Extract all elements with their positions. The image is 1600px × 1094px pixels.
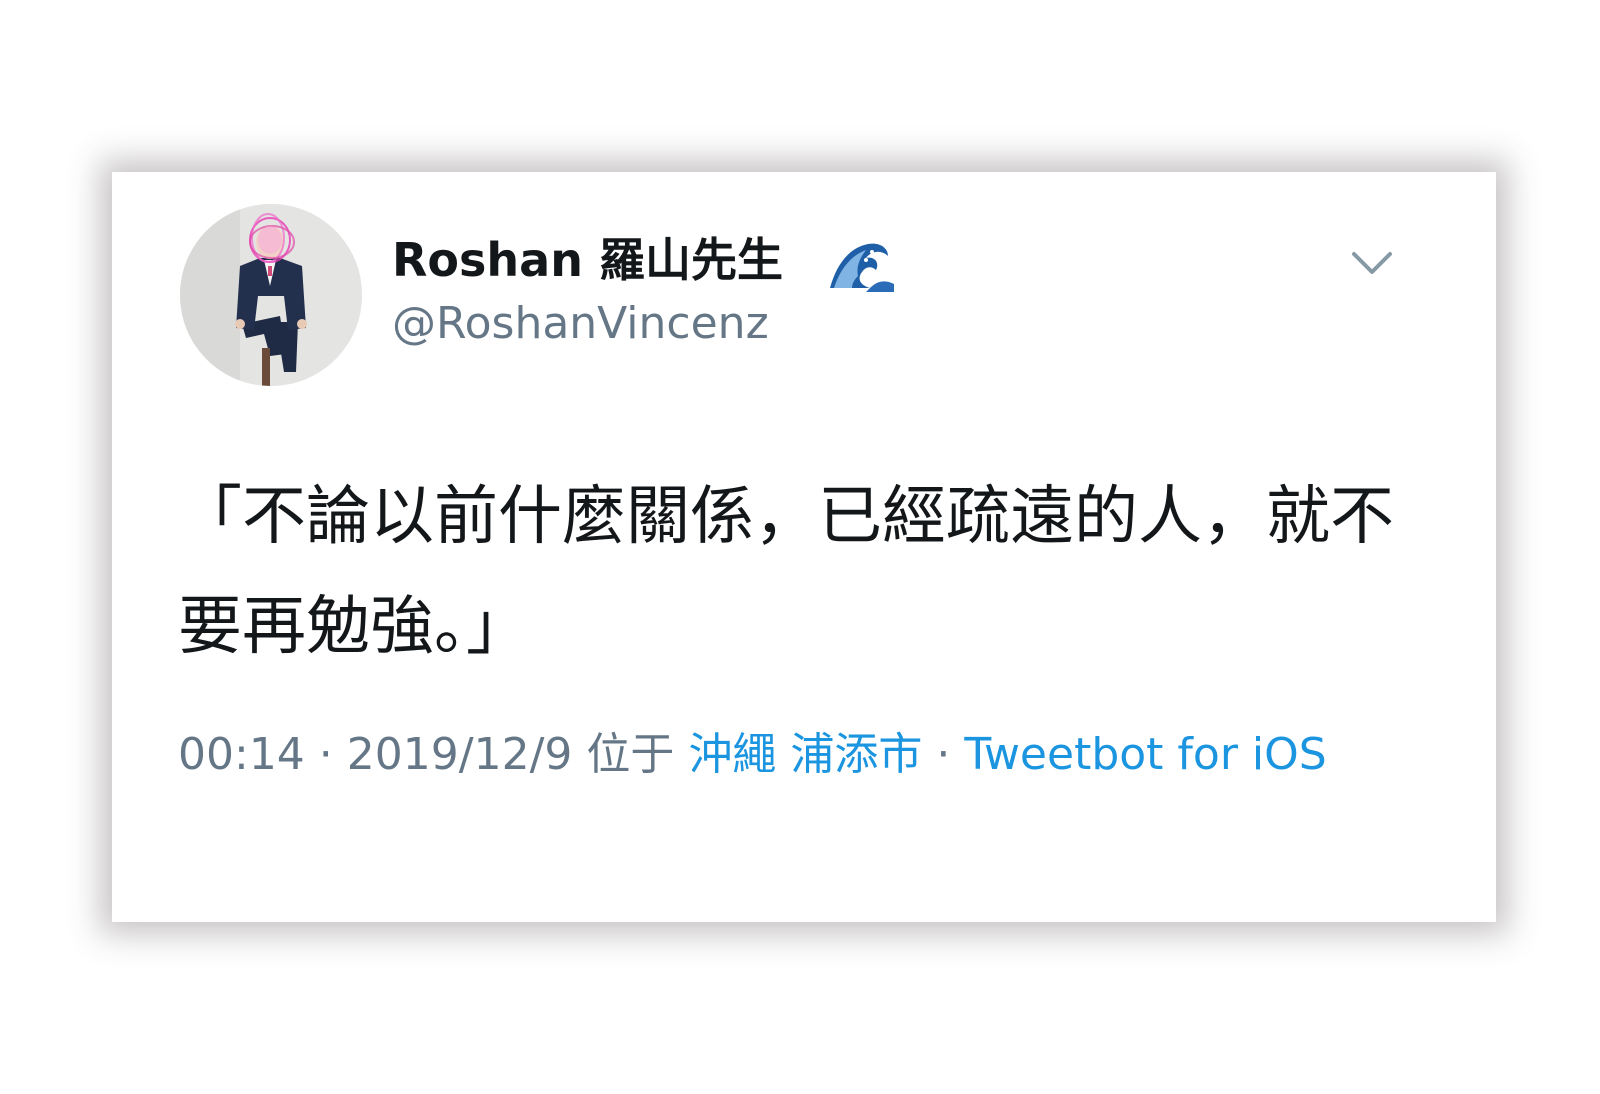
water-wave-emoji-icon bbox=[826, 236, 896, 292]
user-handle[interactable]: @RoshanVincenz bbox=[392, 296, 769, 352]
tweet-date[interactable]: 2019/12/9 bbox=[347, 729, 573, 780]
meta-separator: · bbox=[922, 729, 965, 780]
avatar[interactable] bbox=[180, 204, 362, 386]
location-prefix: 位于 bbox=[572, 729, 689, 780]
source-link[interactable]: Tweetbot for iOS bbox=[964, 729, 1326, 780]
tweet-text: 「不論以前什麼關係，已經疏遠的人，就不要再勉強。」 bbox=[178, 480, 1394, 664]
display-name[interactable]: Roshan 羅山先生 bbox=[392, 232, 783, 288]
meta-separator: · bbox=[304, 729, 347, 780]
tweet-time[interactable]: 00:14 bbox=[178, 729, 305, 780]
tweet-metadata: 00:14 · 2019/12/9 位于 沖繩 浦添市 · Tweetbot f… bbox=[178, 720, 1428, 790]
tweet-card: Roshan 羅山先生 @RoshanVincenz 「不論以前什麼關係，已經疏… bbox=[112, 172, 1496, 922]
chevron-down-icon[interactable] bbox=[1348, 244, 1396, 280]
location-link[interactable]: 沖繩 浦添市 bbox=[688, 729, 922, 780]
